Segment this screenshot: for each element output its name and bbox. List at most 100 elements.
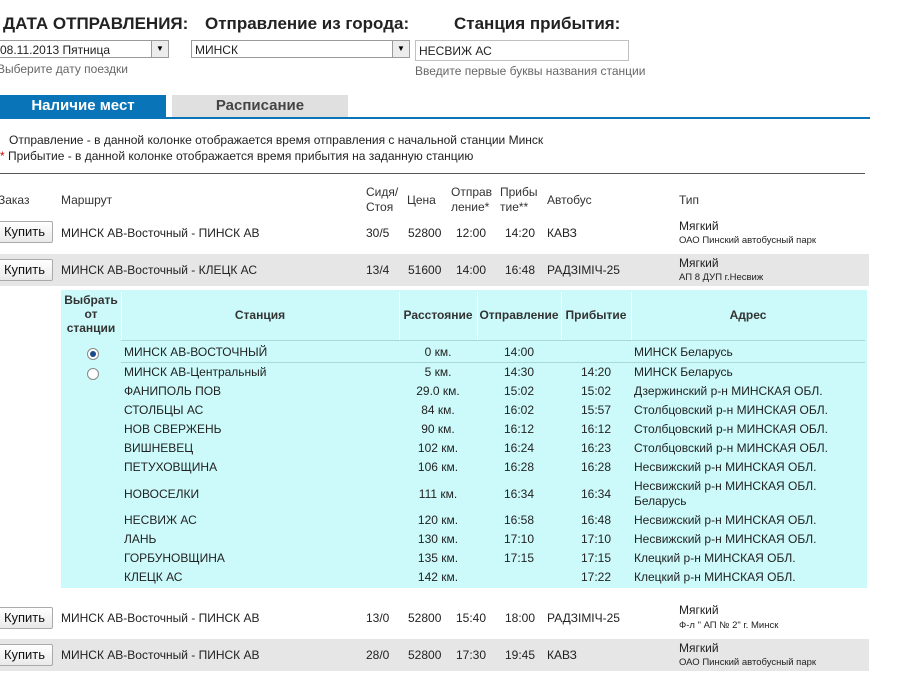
tab-schedule[interactable]: Расписание: [172, 95, 348, 117]
departure-time: 14:00: [456, 263, 487, 277]
station-distance: 90 км.: [421, 422, 455, 436]
station-distance: 135 км.: [417, 551, 459, 565]
station-name: МИНСК АВ-ВОСТОЧНЫЙ: [124, 345, 268, 359]
col-arrival: Прибы тие**: [500, 185, 538, 215]
buy-button[interactable]: Купить: [0, 607, 53, 629]
note-arrival: * Прибытие - в данной колонке отображает…: [0, 149, 473, 163]
station-departure: 17:15: [503, 551, 535, 565]
header-address: Адрес: [729, 308, 767, 322]
col-route: Маршрут: [61, 193, 113, 207]
header-choose-2: от: [84, 307, 98, 321]
station-radio[interactable]: [87, 348, 99, 360]
route: МИНСК АВ-Восточный - ПИНСК АВ: [61, 611, 260, 625]
station-distance: 130 км.: [417, 532, 459, 546]
station-address: Дзержинский р-н МИНСКАЯ ОБЛ.: [634, 384, 823, 398]
arrival-station-input[interactable]: НЕСВИЖ АС: [415, 40, 629, 61]
departure-time: 15:40: [456, 611, 487, 625]
station-name: НОВОСЕЛКИ: [124, 487, 200, 501]
col-seats: Сидя/Стоя: [366, 185, 398, 215]
date-select[interactable]: 08.11.2013 Пятница ▼: [0, 40, 169, 58]
station-arrival: 17:10: [580, 532, 612, 546]
station-arrival: 16:12: [580, 422, 612, 436]
header-choose-station: Выбрать от станции: [61, 293, 121, 335]
station-name: КЛЕЦК АС: [124, 570, 183, 584]
route: МИНСК АВ-Восточный - ПИНСК АВ: [61, 226, 260, 240]
note-departure: Отправление - в данной колонке отображае…: [9, 133, 544, 147]
divider: [0, 173, 865, 174]
date-hint: Выберите дату поездки: [0, 62, 128, 76]
col-arrival-1: Прибы: [500, 185, 538, 199]
station-name: ПЕТУХОВЩИНА: [124, 460, 218, 474]
station-distance: 142 км.: [417, 570, 459, 584]
departure-time: 12:00: [456, 226, 487, 240]
station-distance: 5 км.: [424, 365, 452, 379]
station-address: Столбцовский р-н МИНСКАЯ ОБЛ.: [634, 403, 828, 417]
tab-seat-availability[interactable]: Наличие мест: [0, 95, 166, 117]
date-label: ДАТА ОТПРАВЛЕНИЯ:: [3, 14, 189, 33]
buy-button[interactable]: Купить: [0, 644, 53, 666]
station-arrival: 15:57: [580, 403, 612, 417]
price: 52800: [408, 226, 442, 240]
bus-model: КАВЗ: [547, 226, 577, 240]
station-address: Несвижский р-н МИНСКАЯ ОБЛ.: [634, 479, 817, 493]
chevron-down-icon[interactable]: ▼: [392, 41, 409, 57]
station-address: МИНСК Беларусь: [634, 365, 733, 379]
station-address: МИНСК Беларусь: [634, 345, 733, 359]
seats: 13/4: [366, 263, 390, 277]
station-arrival: 14:20: [580, 365, 612, 379]
route: МИНСК АВ-Восточный - КЛЕЦК АС: [61, 263, 258, 277]
station-address: Клецкий р-н МИНСКАЯ ОБЛ.: [634, 551, 796, 565]
col-order: Заказ: [0, 193, 30, 207]
route: МИНСК АВ-Восточный - ПИНСК АВ: [61, 648, 260, 662]
carrier: Ф-л " АП № 2" г. Минск: [679, 620, 779, 631]
buy-button[interactable]: Купить: [0, 259, 53, 281]
col-type: Тип: [679, 193, 700, 207]
station-address: Столбцовский р-н МИНСКАЯ ОБЛ.: [634, 422, 828, 436]
from-city-label: Отправление из города:: [205, 14, 410, 33]
col-seats-1: Сидя/: [366, 185, 399, 199]
seat-type: Мягкий: [679, 219, 719, 233]
station-name: ГОРБУНОВЩИНА: [124, 551, 225, 565]
header-choose-1: Выбрать: [64, 293, 118, 307]
departure-time: 17:30: [456, 648, 487, 662]
col-arrival-2: тие**: [500, 200, 529, 214]
station-name: НЕСВИЖ АС: [124, 513, 197, 527]
station-arrival: 17:22: [580, 570, 612, 584]
seat-type: Мягкий: [679, 641, 719, 655]
station-distance: 29.0 км.: [416, 384, 460, 398]
arrival-time: 14:20: [505, 226, 536, 240]
station-address-line2: Беларусь: [634, 494, 687, 508]
station-arrival: 16:28: [580, 460, 612, 474]
station-departure: 16:28: [503, 460, 535, 474]
chevron-down-icon[interactable]: ▼: [151, 41, 168, 57]
table-row: Купить МИНСК АВ-Восточный - ПИНСК АВ 13/…: [0, 600, 869, 636]
station-distance: 84 км.: [421, 403, 455, 417]
seats: 30/5: [366, 226, 390, 240]
station-radio[interactable]: [87, 368, 99, 380]
station-departure: 17:10: [503, 532, 535, 546]
bus-model: РАДЗІМІЧ-25: [547, 263, 620, 277]
col-seats-2: Стоя: [366, 200, 394, 214]
station-departure: 16:12: [503, 422, 535, 436]
station-name: НОВ СВЕРЖЕНЬ: [124, 422, 222, 436]
station-name: ФАНИПОЛЬ ПОВ: [124, 384, 222, 398]
bus-model: РАДЗІМІЧ-25: [547, 611, 620, 625]
from-city-select[interactable]: МИНСК ▼: [191, 40, 410, 58]
arrival-time: 19:45: [505, 648, 536, 662]
row-divider: [121, 362, 865, 363]
tab-underline: [0, 117, 870, 119]
buy-button[interactable]: Купить: [0, 221, 53, 243]
station-departure: 16:24: [503, 441, 535, 455]
table-row: Купить МИНСК АВ-Восточный - КЛЕЦК АС 13/…: [0, 254, 869, 286]
header-underline: [121, 340, 865, 341]
station-departure: 16:02: [503, 403, 535, 417]
seat-type: Мягкий: [679, 603, 719, 617]
col-departure-2: ление*: [451, 200, 490, 214]
stops-panel: Выбрать от станции Станция Расстояние Отпр…: [61, 290, 867, 588]
col-departure: Отправ ление*: [451, 185, 492, 215]
station-address: Несвижский р-н МИНСКАЯ ОБЛ.: [634, 513, 817, 527]
station-departure: 15:02: [503, 384, 535, 398]
station-departure: 14:30: [503, 365, 535, 379]
station-name: ВИШНЕВЕЦ: [124, 441, 194, 455]
station-arrival: 16:23: [580, 441, 612, 455]
